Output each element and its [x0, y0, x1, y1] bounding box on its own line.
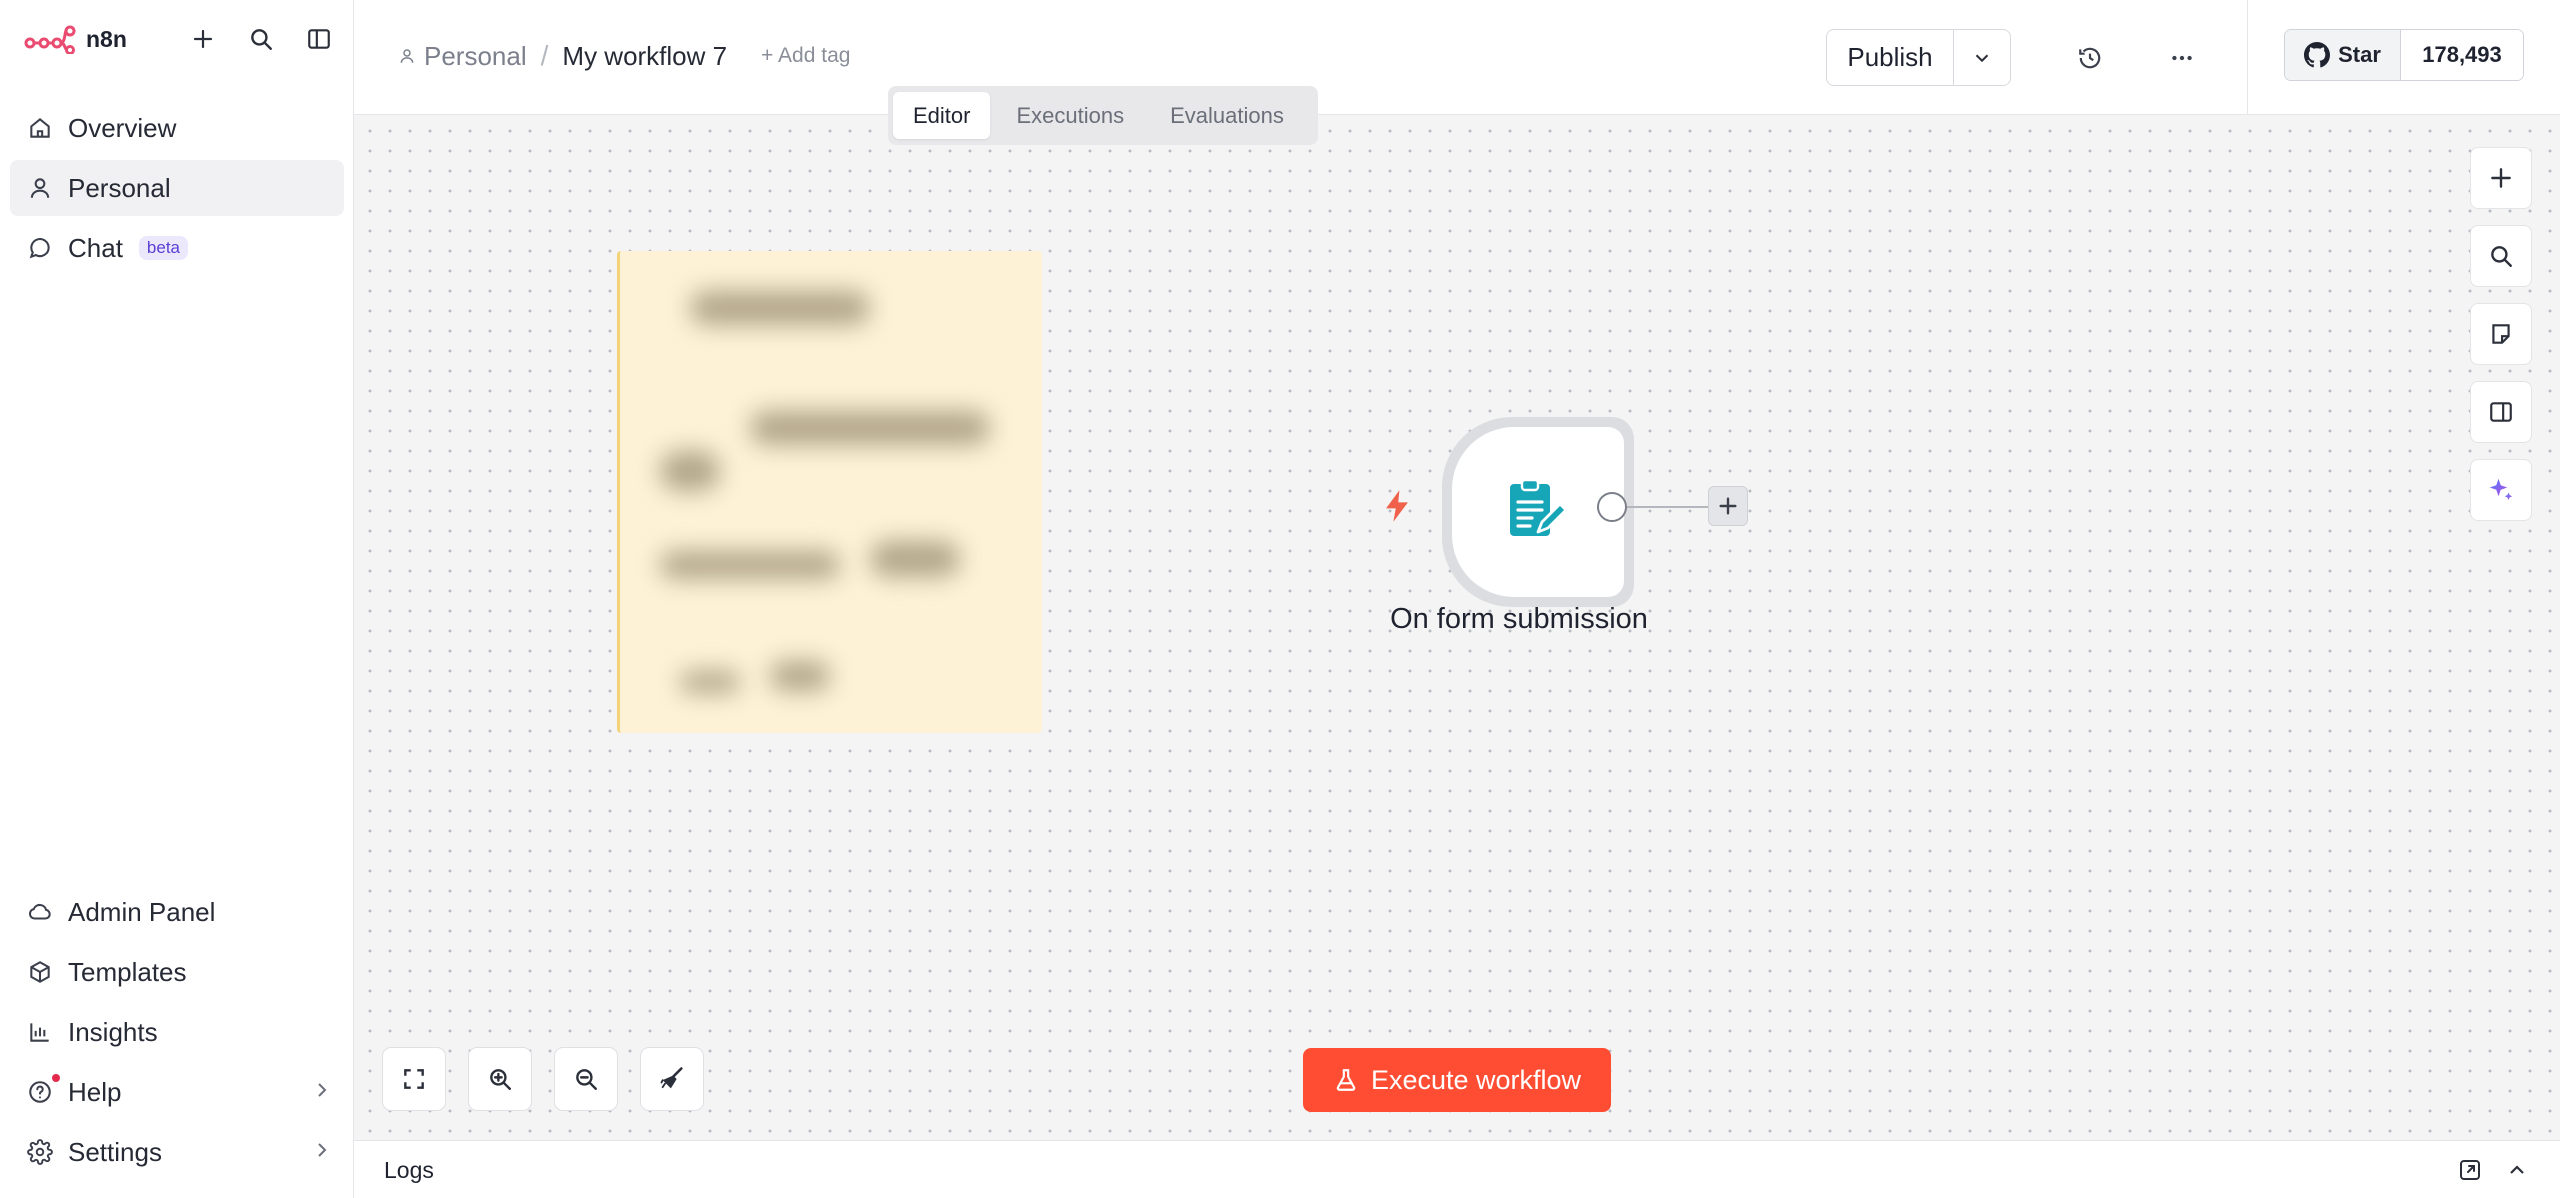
logs-label: Logs	[384, 1157, 434, 1183]
user-icon	[400, 49, 414, 63]
add-sticky-button[interactable]	[2470, 303, 2532, 365]
execute-workflow-button[interactable]: Execute workflow	[1303, 1048, 1611, 1112]
history-icon[interactable]	[2070, 38, 2110, 78]
sticky-note-blurred-content	[620, 251, 1042, 733]
sidebar-item-label: Personal	[68, 172, 171, 203]
execute-workflow-label: Execute workflow	[1370, 1064, 1582, 1095]
sidebar-item-chat[interactable]: Chat beta	[10, 220, 344, 276]
sidebar-item-label: Templates	[68, 956, 187, 987]
sidebar-item-settings[interactable]: Settings	[10, 1124, 344, 1180]
search-nodes-button[interactable]	[2470, 225, 2532, 287]
flask-icon	[1336, 1069, 1356, 1091]
templates-icon	[26, 958, 54, 986]
zoom-in-button[interactable]	[468, 1047, 532, 1111]
sidebar-header: n8n	[0, 0, 354, 78]
node-output-handle[interactable]	[1597, 492, 1627, 522]
tidy-up-button[interactable]	[640, 1047, 704, 1111]
tab-evaluations[interactable]: Evaluations	[1150, 92, 1304, 139]
sticky-note[interactable]	[617, 251, 1042, 733]
trigger-bolt-icon	[1382, 489, 1412, 523]
sidebar-bottom-nav: Admin Panel Templates Insights Help Sett…	[10, 884, 344, 1184]
sidebar-item-help[interactable]: Help	[10, 1064, 344, 1120]
broom-icon	[660, 1067, 683, 1089]
chat-icon	[26, 234, 54, 262]
search-icon[interactable]	[244, 22, 278, 56]
gear-icon	[26, 1138, 54, 1166]
chevron-up-icon[interactable]	[2502, 1155, 2532, 1185]
fit-view-icon	[404, 1069, 424, 1089]
github-star-button[interactable]: Star	[2285, 30, 2401, 80]
collapse-sidebar-icon[interactable]	[302, 22, 336, 56]
node-label: On form submission	[1390, 603, 1648, 635]
more-options-icon[interactable]	[2162, 38, 2202, 78]
view-tabs: Editor Executions Evaluations	[888, 86, 1318, 145]
publish-button[interactable]: Publish	[1827, 30, 1954, 85]
publish-dropdown-button[interactable]	[1954, 30, 2010, 85]
zoom-out-icon	[576, 1069, 597, 1090]
sidebar-item-admin-panel[interactable]: Admin Panel	[10, 884, 344, 940]
toggle-panel-button[interactable]	[2470, 381, 2532, 443]
app-name: n8n	[86, 25, 127, 52]
canvas-right-toolbar	[2470, 147, 2532, 537]
github-star-label: Star	[2338, 42, 2381, 67]
notification-dot	[52, 1074, 60, 1082]
form-edit-icon	[1510, 480, 1568, 536]
sidebar-item-templates[interactable]: Templates	[10, 944, 344, 1000]
sidebar-item-insights[interactable]: Insights	[10, 1004, 344, 1060]
breadcrumb-separator: /	[540, 40, 549, 71]
panel-right-icon	[2490, 402, 2512, 422]
sidebar-item-personal[interactable]: Personal	[10, 160, 344, 216]
publish-button-group: Publish	[1826, 29, 2011, 86]
tab-executions[interactable]: Executions	[996, 92, 1144, 139]
ai-assistant-button[interactable]	[2470, 459, 2532, 521]
project-name: Personal	[424, 40, 527, 71]
sidebar-item-label: Chat	[68, 232, 123, 263]
home-icon	[26, 114, 54, 142]
fit-view-button[interactable]	[382, 1047, 446, 1111]
add-icon[interactable]	[186, 22, 220, 56]
breadcrumb-project[interactable]: Personal	[398, 41, 527, 72]
sidebar-item-overview[interactable]: Overview	[10, 100, 344, 156]
header-divider	[2247, 0, 2248, 115]
sidebar-item-label: Admin Panel	[68, 896, 216, 927]
sidebar-item-label: Help	[68, 1076, 122, 1107]
workflow-header: Personal / My workflow 7 + Add tag Publi…	[354, 0, 2560, 115]
workflow-name[interactable]: My workflow 7	[562, 41, 727, 72]
add-node-button[interactable]	[2470, 147, 2532, 209]
tab-editor[interactable]: Editor	[893, 92, 991, 139]
sidebar-nav: Overview Personal Chat beta	[10, 100, 344, 280]
sidebar-item-label: Settings	[68, 1136, 162, 1167]
zoom-out-button[interactable]	[554, 1047, 618, 1111]
chevron-down-icon	[1975, 54, 1989, 62]
insights-icon	[26, 1018, 54, 1046]
n8n-logo-icon	[24, 25, 76, 54]
github-star-count[interactable]: 178,493	[2401, 30, 2523, 80]
user-icon	[26, 174, 54, 202]
sidebar: n8n Overview Personal Chat beta Admin Pa…	[0, 0, 354, 1198]
search-icon	[2491, 246, 2512, 267]
node-output-connector	[1627, 506, 1709, 508]
github-star-widget: Star 178,493	[2284, 29, 2524, 81]
canvas-zoom-toolbar	[382, 1047, 704, 1111]
chevron-right-icon	[310, 1078, 334, 1102]
sidebar-item-label: Insights	[68, 1016, 158, 1047]
help-icon	[26, 1078, 54, 1106]
workflow-canvas[interactable]: On form submission Execute workflow	[354, 115, 2560, 1140]
sparkle-icon	[2489, 478, 2513, 500]
add-next-node-button[interactable]	[1708, 486, 1748, 526]
breadcrumb: Personal / My workflow 7 + Add tag	[398, 40, 850, 72]
n8n-logo[interactable]: n8n	[24, 24, 127, 54]
logs-panel-bar[interactable]: Logs	[354, 1140, 2560, 1198]
cloud-icon	[26, 898, 54, 926]
add-tag-button[interactable]: + Add tag	[761, 44, 850, 68]
plus-icon	[2491, 168, 2511, 188]
chevron-right-icon	[310, 1138, 334, 1162]
github-icon	[2304, 42, 2331, 68]
pop-out-icon[interactable]	[2455, 1155, 2485, 1185]
plus-icon	[1719, 497, 1737, 515]
zoom-in-icon	[490, 1069, 511, 1090]
sidebar-item-label: Overview	[68, 112, 177, 143]
sticky-note-icon	[2492, 324, 2510, 344]
beta-badge: beta	[138, 236, 189, 260]
